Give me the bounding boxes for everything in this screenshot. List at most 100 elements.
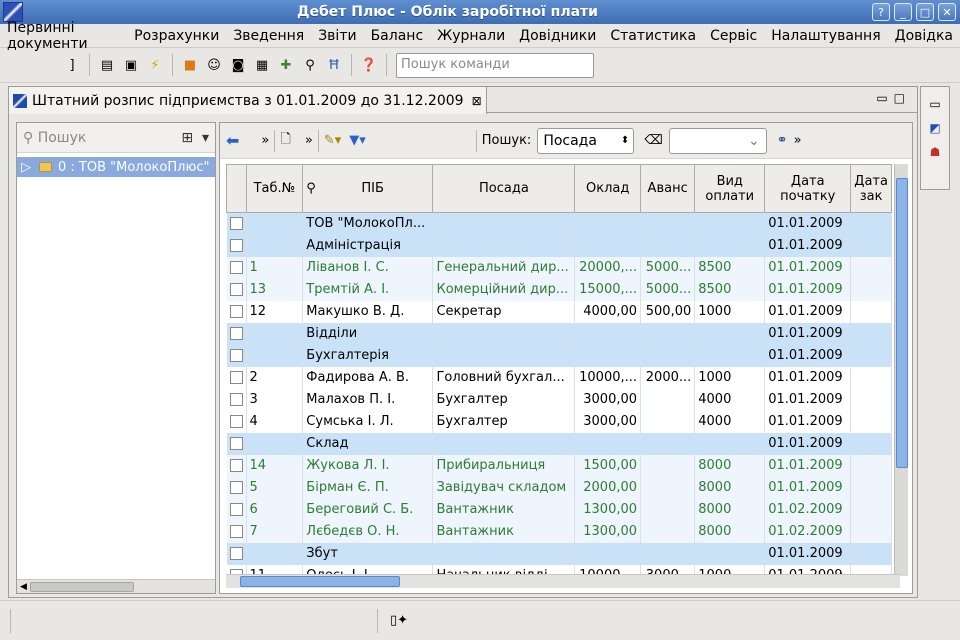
row-checkbox[interactable]	[226, 278, 247, 301]
checkbox[interactable]	[229, 349, 243, 362]
checkbox[interactable]	[229, 459, 243, 472]
header-tab-number[interactable]: Таб.№	[245, 164, 304, 213]
eraser-icon[interactable]: ⌫	[644, 133, 662, 148]
wand-icon[interactable]: ✎▾	[324, 133, 341, 148]
table-row[interactable]: 5 Бірман Є. П. Завідувач складом 2000,00 800…	[226, 476, 892, 499]
row-checkbox[interactable]	[226, 410, 247, 433]
table-row[interactable]: 11Олесь І. І.Начальник відді...10000,...…	[226, 564, 892, 574]
close-icon[interactable]: ⊠	[472, 94, 482, 108]
menu-help[interactable]: Довідка	[888, 28, 960, 44]
filter-icon[interactable]: ▼▾	[349, 133, 366, 148]
table-row[interactable]: Бухгалтерія 01.01.2009	[226, 344, 892, 367]
table-row[interactable]: 7 Лєбедєв О. Н. Вантажник 1300,00 8000 01.02.…	[226, 520, 892, 543]
header-end-date[interactable]: Дата зак	[850, 164, 892, 213]
user-add-icon[interactable]: ✚	[275, 54, 297, 76]
checkbox[interactable]	[229, 371, 243, 384]
row-checkbox[interactable]	[226, 542, 247, 565]
row-checkbox[interactable]	[226, 234, 247, 257]
view-controls[interactable]: ▭□	[876, 91, 911, 105]
menu-calculations[interactable]: Розрахунки	[127, 28, 226, 44]
menu-directories[interactable]: Довідники	[512, 28, 603, 44]
orange-square-icon[interactable]: ■	[179, 54, 201, 76]
close-button[interactable]: ✕	[938, 3, 956, 21]
grid-vertical-scrollbar[interactable]	[894, 164, 908, 576]
row-checkbox[interactable]	[226, 432, 247, 455]
back-arrow-icon[interactable]: ⬅	[226, 131, 239, 150]
monitor-icon[interactable]: ▣	[120, 54, 142, 76]
restore-icon[interactable]: ▭	[929, 97, 940, 111]
tab-staff-schedule[interactable]: Штатний розпис підприємства з 01.01.2009…	[9, 87, 487, 114]
header-start-date[interactable]: Дата початку	[764, 164, 852, 213]
row-checkbox[interactable]	[226, 454, 247, 477]
people-icon[interactable]: ☗	[930, 145, 941, 159]
table-row[interactable]: Відділи 01.01.2009	[226, 322, 892, 345]
header-name[interactable]: ⚲ ПІБ	[302, 164, 434, 213]
table-row[interactable]: 1 Ліванов І. С. Генеральний дир... 20000,..…	[226, 256, 892, 279]
table-row[interactable]: 12 Макушко В. Д. Секретар 4000,00 500,00 1000…	[226, 300, 892, 323]
checkbox[interactable]	[229, 239, 243, 252]
table-row[interactable]: Адміністрація 01.01.2009	[226, 234, 892, 257]
menu-statistics[interactable]: Статистика	[603, 28, 703, 44]
row-checkbox[interactable]	[226, 256, 247, 279]
menu-summary[interactable]: Зведення	[226, 28, 311, 44]
checkbox[interactable]	[229, 261, 243, 274]
row-checkbox[interactable]	[226, 366, 247, 389]
search-value-combo[interactable]: ⌄	[668, 127, 767, 154]
expand-all-icon[interactable]: ⊞ ▾	[181, 130, 209, 146]
menu-balance[interactable]: Баланс	[364, 28, 431, 44]
row-checkbox[interactable]	[226, 344, 247, 367]
search-field-select[interactable]: Посада ⬍	[537, 127, 635, 154]
checkbox[interactable]	[229, 437, 243, 450]
checkbox[interactable]	[229, 393, 243, 406]
tree-item[interactable]: ▷ 0 : ТОВ "МолокоПлюс"	[17, 157, 215, 177]
menu-service[interactable]: Сервіс	[703, 28, 764, 44]
header-advance[interactable]: Аванс	[640, 164, 696, 213]
table-row[interactable]: 14 Жукова Л. І. Прибиральниця 1500,00 8000 01…	[226, 454, 892, 477]
document-icon[interactable]: ◩	[929, 121, 940, 135]
header-position[interactable]: Посада	[432, 164, 576, 213]
checkbox[interactable]	[229, 283, 243, 296]
checkbox[interactable]	[229, 327, 243, 340]
menu-journals[interactable]: Журнали	[430, 28, 512, 44]
tree-search[interactable]: ⚲ Пошук ⊞ ▾	[17, 123, 215, 153]
checkbox[interactable]	[229, 503, 243, 516]
table-row[interactable]: 4 Сумська І. Л. Бухгалтер 3000,00 4000 01.01.…	[226, 410, 892, 433]
checkbox[interactable]	[229, 481, 243, 494]
scroll-thumb[interactable]	[29, 581, 134, 592]
table-row[interactable]: Склад 01.01.2009	[226, 432, 892, 455]
person-card-icon[interactable]: ☺	[203, 54, 225, 76]
more-icon[interactable]: »	[261, 133, 269, 148]
minimize-button[interactable]: _	[894, 3, 912, 21]
help-icon[interactable]: ❓	[358, 54, 380, 76]
camera-icon[interactable]: ◙	[227, 54, 249, 76]
menu-settings[interactable]: Налаштування	[764, 28, 887, 44]
checkbox[interactable]	[229, 415, 243, 428]
row-checkbox[interactable]	[226, 520, 247, 543]
bracket-icon[interactable]: ]	[61, 54, 83, 76]
checkbox[interactable]	[229, 525, 243, 538]
tools-icon[interactable]: Ħ	[323, 54, 345, 76]
help-window-icon[interactable]: ?	[872, 3, 890, 21]
checkbox[interactable]	[229, 217, 243, 231]
table-row[interactable]: 13 Тремтій А. І. Комерційний дир... 15000,.…	[226, 278, 892, 301]
more-icon[interactable]: »	[305, 133, 313, 148]
scroll-left-icon[interactable]: ◀	[17, 582, 30, 592]
header-checkbox[interactable]	[226, 164, 247, 213]
header-pay-type[interactable]: Вид оплати	[694, 164, 766, 213]
menu-primary-docs[interactable]: Первинні документи	[0, 20, 127, 52]
table-row[interactable]: ТОВ "МолокоПл... 01.01.2009	[226, 212, 892, 235]
new-item-icon[interactable]: ▯✦	[390, 613, 408, 628]
row-checkbox[interactable]	[226, 476, 247, 499]
table-row[interactable]: 3 Малахов П. І. Бухгалтер 3000,00 4000 01.01.…	[226, 388, 892, 411]
table-row[interactable]: Збут 01.01.2009	[226, 542, 892, 565]
header-salary[interactable]: Оклад	[574, 164, 642, 213]
command-search-input[interactable]: Пошук команди	[396, 52, 594, 78]
row-checkbox[interactable]	[226, 212, 247, 235]
tree-horizontal-scrollbar[interactable]: ◀	[17, 579, 215, 593]
checkbox[interactable]	[229, 305, 243, 318]
table-row[interactable]: 2 Фадирова А. В. Головний бухгал... 10000,.…	[226, 366, 892, 389]
table-row[interactable]: 6 Береговий С. Б. Вантажник 1300,00 8000 01.0…	[226, 498, 892, 521]
new-document-icon[interactable]: 🗋	[280, 130, 290, 152]
horizontal-scroll-thumb[interactable]	[240, 576, 400, 587]
expand-arrow-icon[interactable]: ▷	[21, 160, 31, 175]
